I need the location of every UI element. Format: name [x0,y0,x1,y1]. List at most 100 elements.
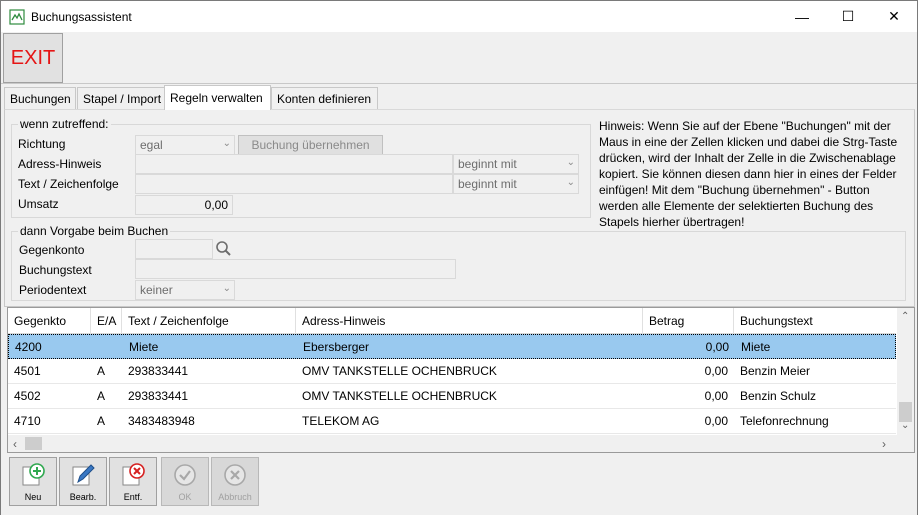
app-logo-icon [9,9,25,25]
scroll-left-icon[interactable]: ‹ [13,437,17,451]
delete-button-label: Entf. [123,492,143,502]
rules-panel: wenn zutreffend: Richtung egal ⌄ Buchung… [4,109,915,307]
column-header-betrag[interactable]: Betrag [643,308,734,334]
umsatz-label: Umsatz [18,197,59,211]
tab-konten-definieren[interactable]: Konten definieren [271,87,378,109]
vertical-scroll-thumb[interactable] [899,402,912,422]
minimize-icon: — [795,8,809,25]
defaults-legend: dann Vorgabe beim Buchen [18,224,171,238]
table-row[interactable]: 4200 Miete Ebersberger 0,00 Miete [8,334,896,359]
conditions-legend: wenn zutreffend: [18,117,111,131]
periodentext-select[interactable]: keiner ⌄ [135,280,235,300]
title-bar: Buchungsassistent — ☐ ✕ [1,1,917,32]
gegenkonto-input[interactable] [135,239,213,259]
buchungstext-label: Buchungstext [19,263,92,277]
tab-buchungen[interactable]: Buchungen [4,87,76,109]
cancel-icon [224,464,246,486]
cell-betrag: 0,00 [704,389,728,403]
chevron-down-icon: ⌄ [222,283,231,294]
exit-button[interactable]: EXIT [3,33,63,83]
cell-text: 293833441 [128,364,189,378]
cell-buchungstext: Miete [741,340,771,354]
add-icon [22,463,45,486]
cell-text: 293833441 [128,389,189,403]
column-header-ea[interactable]: E/A [91,308,122,334]
minimize-button[interactable]: — [779,1,825,32]
cell-text: Miete [129,340,159,354]
horizontal-scroll-thumb[interactable] [25,437,42,450]
search-icon[interactable] [214,240,234,258]
chevron-down-icon: ⌄ [222,138,231,149]
buchungstext-input[interactable] [135,259,456,279]
maximize-button[interactable]: ☐ [825,1,871,32]
adress-hinweis-input[interactable] [135,154,453,174]
ok-button[interactable]: OK [161,457,209,506]
text-zeichenfolge-label: Text / Zeichenfolge [18,177,119,191]
cell-adresse: Ebersberger [303,340,370,354]
cell-adresse: TELEKOM AG [302,414,380,428]
adress-match-select[interactable]: beginnt mit ⌄ [453,154,579,174]
cell-adresse: OMV TANKSTELLE OCHENBRUCK [302,389,497,403]
table-row[interactable]: 4501 A 293833441 OMV TANKSTELLE OCHENBRU… [8,359,896,384]
close-icon: ✕ [888,8,900,24]
cell-gegenkto: 4501 [14,364,41,378]
text-zeichenfolge-input[interactable] [135,174,453,194]
adress-hinweis-label: Adress-Hinweis [18,157,102,171]
close-button[interactable]: ✕ [871,1,917,32]
scroll-up-icon[interactable]: ⌃ [901,311,909,322]
cell-buchungstext: Benzin Meier [740,364,811,378]
column-header-gegenkto[interactable]: Gegenkto [8,308,91,334]
table-row[interactable]: 4502 A 293833441 OMV TANKSTELLE OCHENBRU… [8,384,896,409]
cell-ea [92,335,123,359]
maximize-icon: ☐ [841,8,855,24]
cell-betrag: 0,00 [705,340,729,354]
action-toolbar: Neu Bearb. Entf. OK Abbruch [1,455,917,515]
table-row[interactable]: 4710 A 3483483948 TELEKOM AG 0,00 Telefo… [8,409,896,434]
column-header-buchungstext[interactable]: Buchungstext [734,308,896,334]
richtung-label: Richtung [18,137,66,151]
richtung-value: egal [140,138,163,152]
cell-ea: A [97,414,106,428]
tab-regeln-verwalten[interactable]: Regeln verwalten [164,85,271,110]
new-button-label: Neu [24,492,42,502]
hint-text: Hinweis: Wenn Sie auf der Ebene "Buchung… [599,119,898,229]
horizontal-scrollbar[interactable]: ‹ › [8,435,914,452]
cell-buchungstext: Telefonrechnung [740,414,829,428]
text-match-select[interactable]: beginnt mit ⌄ [453,174,579,194]
cancel-button[interactable]: Abbruch [211,457,259,506]
column-header-adresse[interactable]: Adress-Hinweis [296,308,643,334]
richtung-select[interactable]: egal ⌄ [135,135,235,155]
table-header: Gegenkto E/A Text / Zeichenfolge Adress-… [8,308,896,334]
edit-button[interactable]: Bearb. [59,457,107,506]
adress-match-value: beginnt mit [458,157,517,171]
cell-buchungstext: Benzin Schulz [740,389,817,403]
tab-stapel-import[interactable]: Stapel / Import [77,87,165,109]
rules-table[interactable]: Gegenkto E/A Text / Zeichenfolge Adress-… [7,307,915,453]
scroll-down-icon[interactable]: ⌄ [901,420,909,431]
periodentext-label: Periodentext [19,283,87,297]
pencil-icon [72,464,95,486]
buchung-uebernehmen-button[interactable]: Buchung übernehmen [238,135,383,155]
cell-ea: A [97,389,106,403]
delete-button[interactable]: Entf. [109,457,157,506]
app-window: Buchungsassistent — ☐ ✕ EXIT Buchungen S… [0,0,918,515]
cancel-button-label: Abbruch [218,492,252,502]
new-button[interactable]: Neu [9,457,57,506]
checkmark-icon [174,464,196,486]
window-title: Buchungsassistent [31,10,132,24]
umsatz-input[interactable]: 0,00 [135,195,233,215]
cell-text: 3483483948 [128,414,195,428]
cell-gegenkto: 4710 [14,414,41,428]
text-match-value: beginnt mit [458,177,517,191]
periodentext-value: keiner [140,283,173,297]
vertical-scrollbar[interactable]: ⌃ ⌄ [897,308,914,436]
cell-betrag: 0,00 [704,414,728,428]
column-header-text[interactable]: Text / Zeichenfolge [122,308,296,334]
edit-button-label: Bearb. [69,492,97,502]
chevron-down-icon: ⌄ [566,177,575,188]
delete-icon [122,463,145,486]
chevron-down-icon: ⌄ [566,157,575,168]
top-toolbar: EXIT [1,32,917,84]
scroll-right-icon[interactable]: › [882,437,886,451]
cell-ea: A [97,364,106,378]
